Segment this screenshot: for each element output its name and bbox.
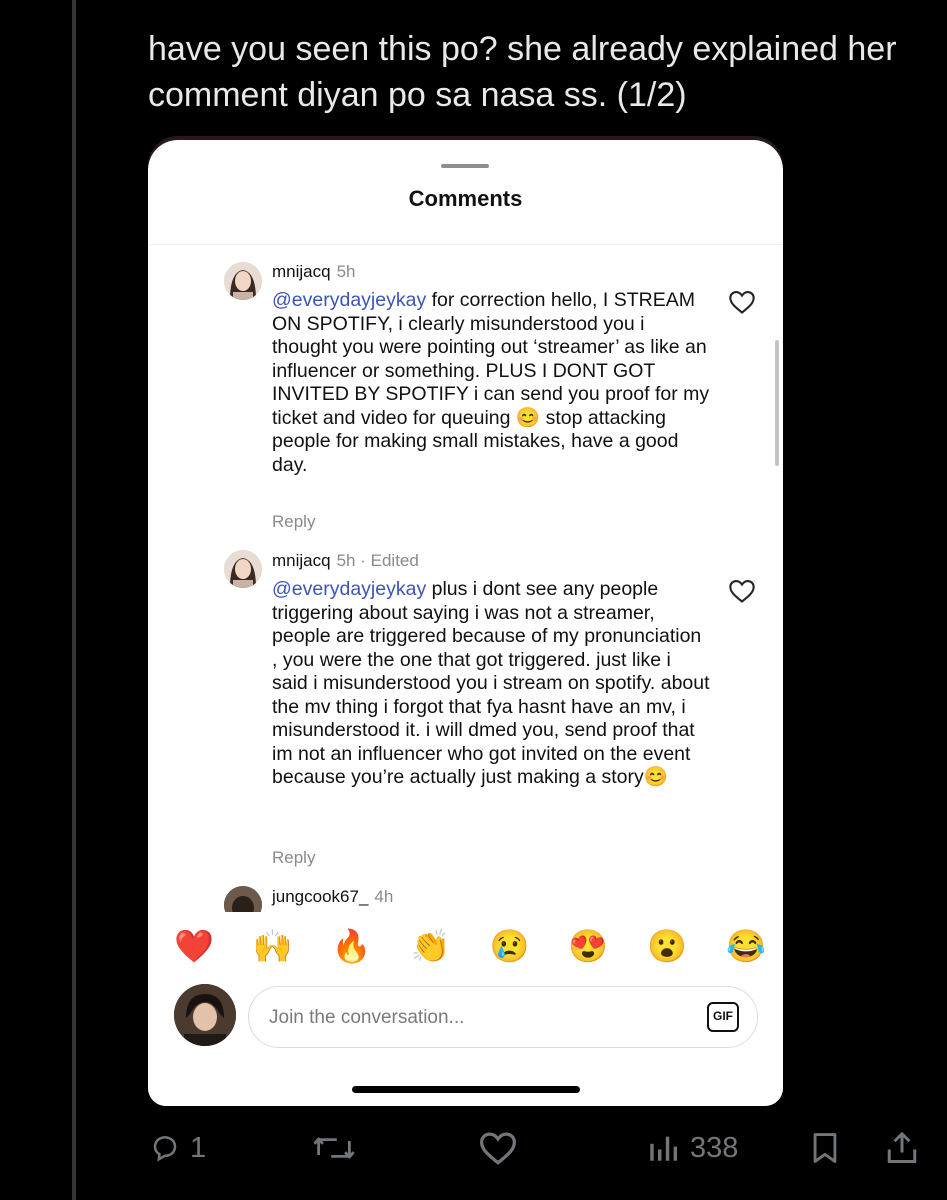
views-chart-icon [650, 1136, 678, 1161]
raised-hands-reaction-icon[interactable]: 🙌 [249, 926, 297, 966]
heart-reaction-icon[interactable]: ❤️ [170, 926, 218, 966]
comment-meta: mnijacq 5h [272, 262, 356, 282]
comment-username[interactable]: mnijacq [272, 262, 331, 281]
comment-body: for correction hello, I STREAM ON SPOTIF… [272, 289, 710, 476]
comment-username[interactable]: jungcook67_ [272, 887, 368, 906]
like-heart-icon[interactable] [728, 289, 756, 315]
comments-sheet-title: Comments [408, 186, 523, 211]
reply-action[interactable]: 1 [150, 1120, 206, 1176]
tweet-action-bar: 1 338 [0, 1120, 947, 1176]
attached-screenshot[interactable]: Comments mnijacq 5h @everydayjeykay for c… [148, 140, 783, 1106]
compose-panel: ❤️ 🙌 🔥 👏 😢 😍 😮 😂 Join the conversation..… [148, 912, 783, 1106]
comment-time: 5h [336, 551, 356, 570]
surprised-reaction-icon[interactable]: 😮 [643, 926, 691, 966]
crying-reaction-icon[interactable]: 😢 [485, 926, 533, 966]
mention-link[interactable]: @everydayjeykay [272, 578, 426, 600]
like-heart-icon[interactable] [728, 578, 756, 604]
current-user-avatar [174, 984, 236, 1046]
comment-input[interactable]: Join the conversation... GIF [248, 986, 758, 1048]
comment-username[interactable]: mnijacq [272, 551, 331, 570]
bookmark-action[interactable] [808, 1120, 842, 1176]
laughing-reaction-icon[interactable]: 😂 [722, 926, 770, 966]
thread-connector-line [72, 0, 76, 1200]
reply-button[interactable]: Reply [272, 512, 315, 532]
gif-button[interactable]: GIF [707, 1002, 739, 1032]
mention-link[interactable]: @everydayjeykay [272, 289, 426, 311]
comment-time: 5h [336, 262, 356, 281]
comment-text: @everydayjeykay for correction hello, I … [272, 289, 712, 477]
like-icon [479, 1132, 517, 1165]
views-count: 338 [690, 1131, 739, 1164]
retweet-icon [313, 1137, 355, 1159]
heart-eyes-reaction-icon[interactable]: 😍 [564, 926, 612, 966]
tweet-text: have you seen this po? she already expla… [148, 30, 897, 114]
title-divider [148, 244, 783, 245]
scrollbar-thumb[interactable] [775, 340, 779, 466]
retweet-action[interactable] [313, 1120, 355, 1176]
comment-input-placeholder: Join the conversation... [269, 1007, 465, 1028]
reply-button[interactable]: Reply [272, 848, 315, 868]
like-action[interactable] [478, 1120, 518, 1176]
reply-count: 1 [190, 1131, 207, 1164]
home-indicator [352, 1086, 580, 1093]
reply-icon [153, 1136, 177, 1162]
sheet-grabber [441, 164, 489, 168]
comment-time: 4h [374, 887, 394, 906]
comment-meta: jungcook67_ 4h [272, 887, 393, 907]
commenter-avatar [224, 262, 262, 300]
bookmark-icon [813, 1133, 837, 1163]
share-action[interactable] [884, 1120, 920, 1176]
comment-body: plus i dont see any people triggering ab… [272, 578, 710, 788]
comment-text: @everydayjeykay plus i dont see any peop… [272, 578, 712, 790]
comment-meta: mnijacq 5h · Edited [272, 551, 419, 571]
commenter-avatar [224, 550, 262, 588]
views-action[interactable]: 338 [646, 1120, 738, 1176]
fire-reaction-icon[interactable]: 🔥 [328, 926, 376, 966]
comment-edited-label: · Edited [355, 551, 419, 570]
share-icon [887, 1132, 917, 1163]
quick-reactions-bar: ❤️ 🙌 🔥 👏 😢 😍 😮 😂 [170, 926, 770, 966]
clapping-reaction-icon[interactable]: 👏 [407, 926, 455, 966]
